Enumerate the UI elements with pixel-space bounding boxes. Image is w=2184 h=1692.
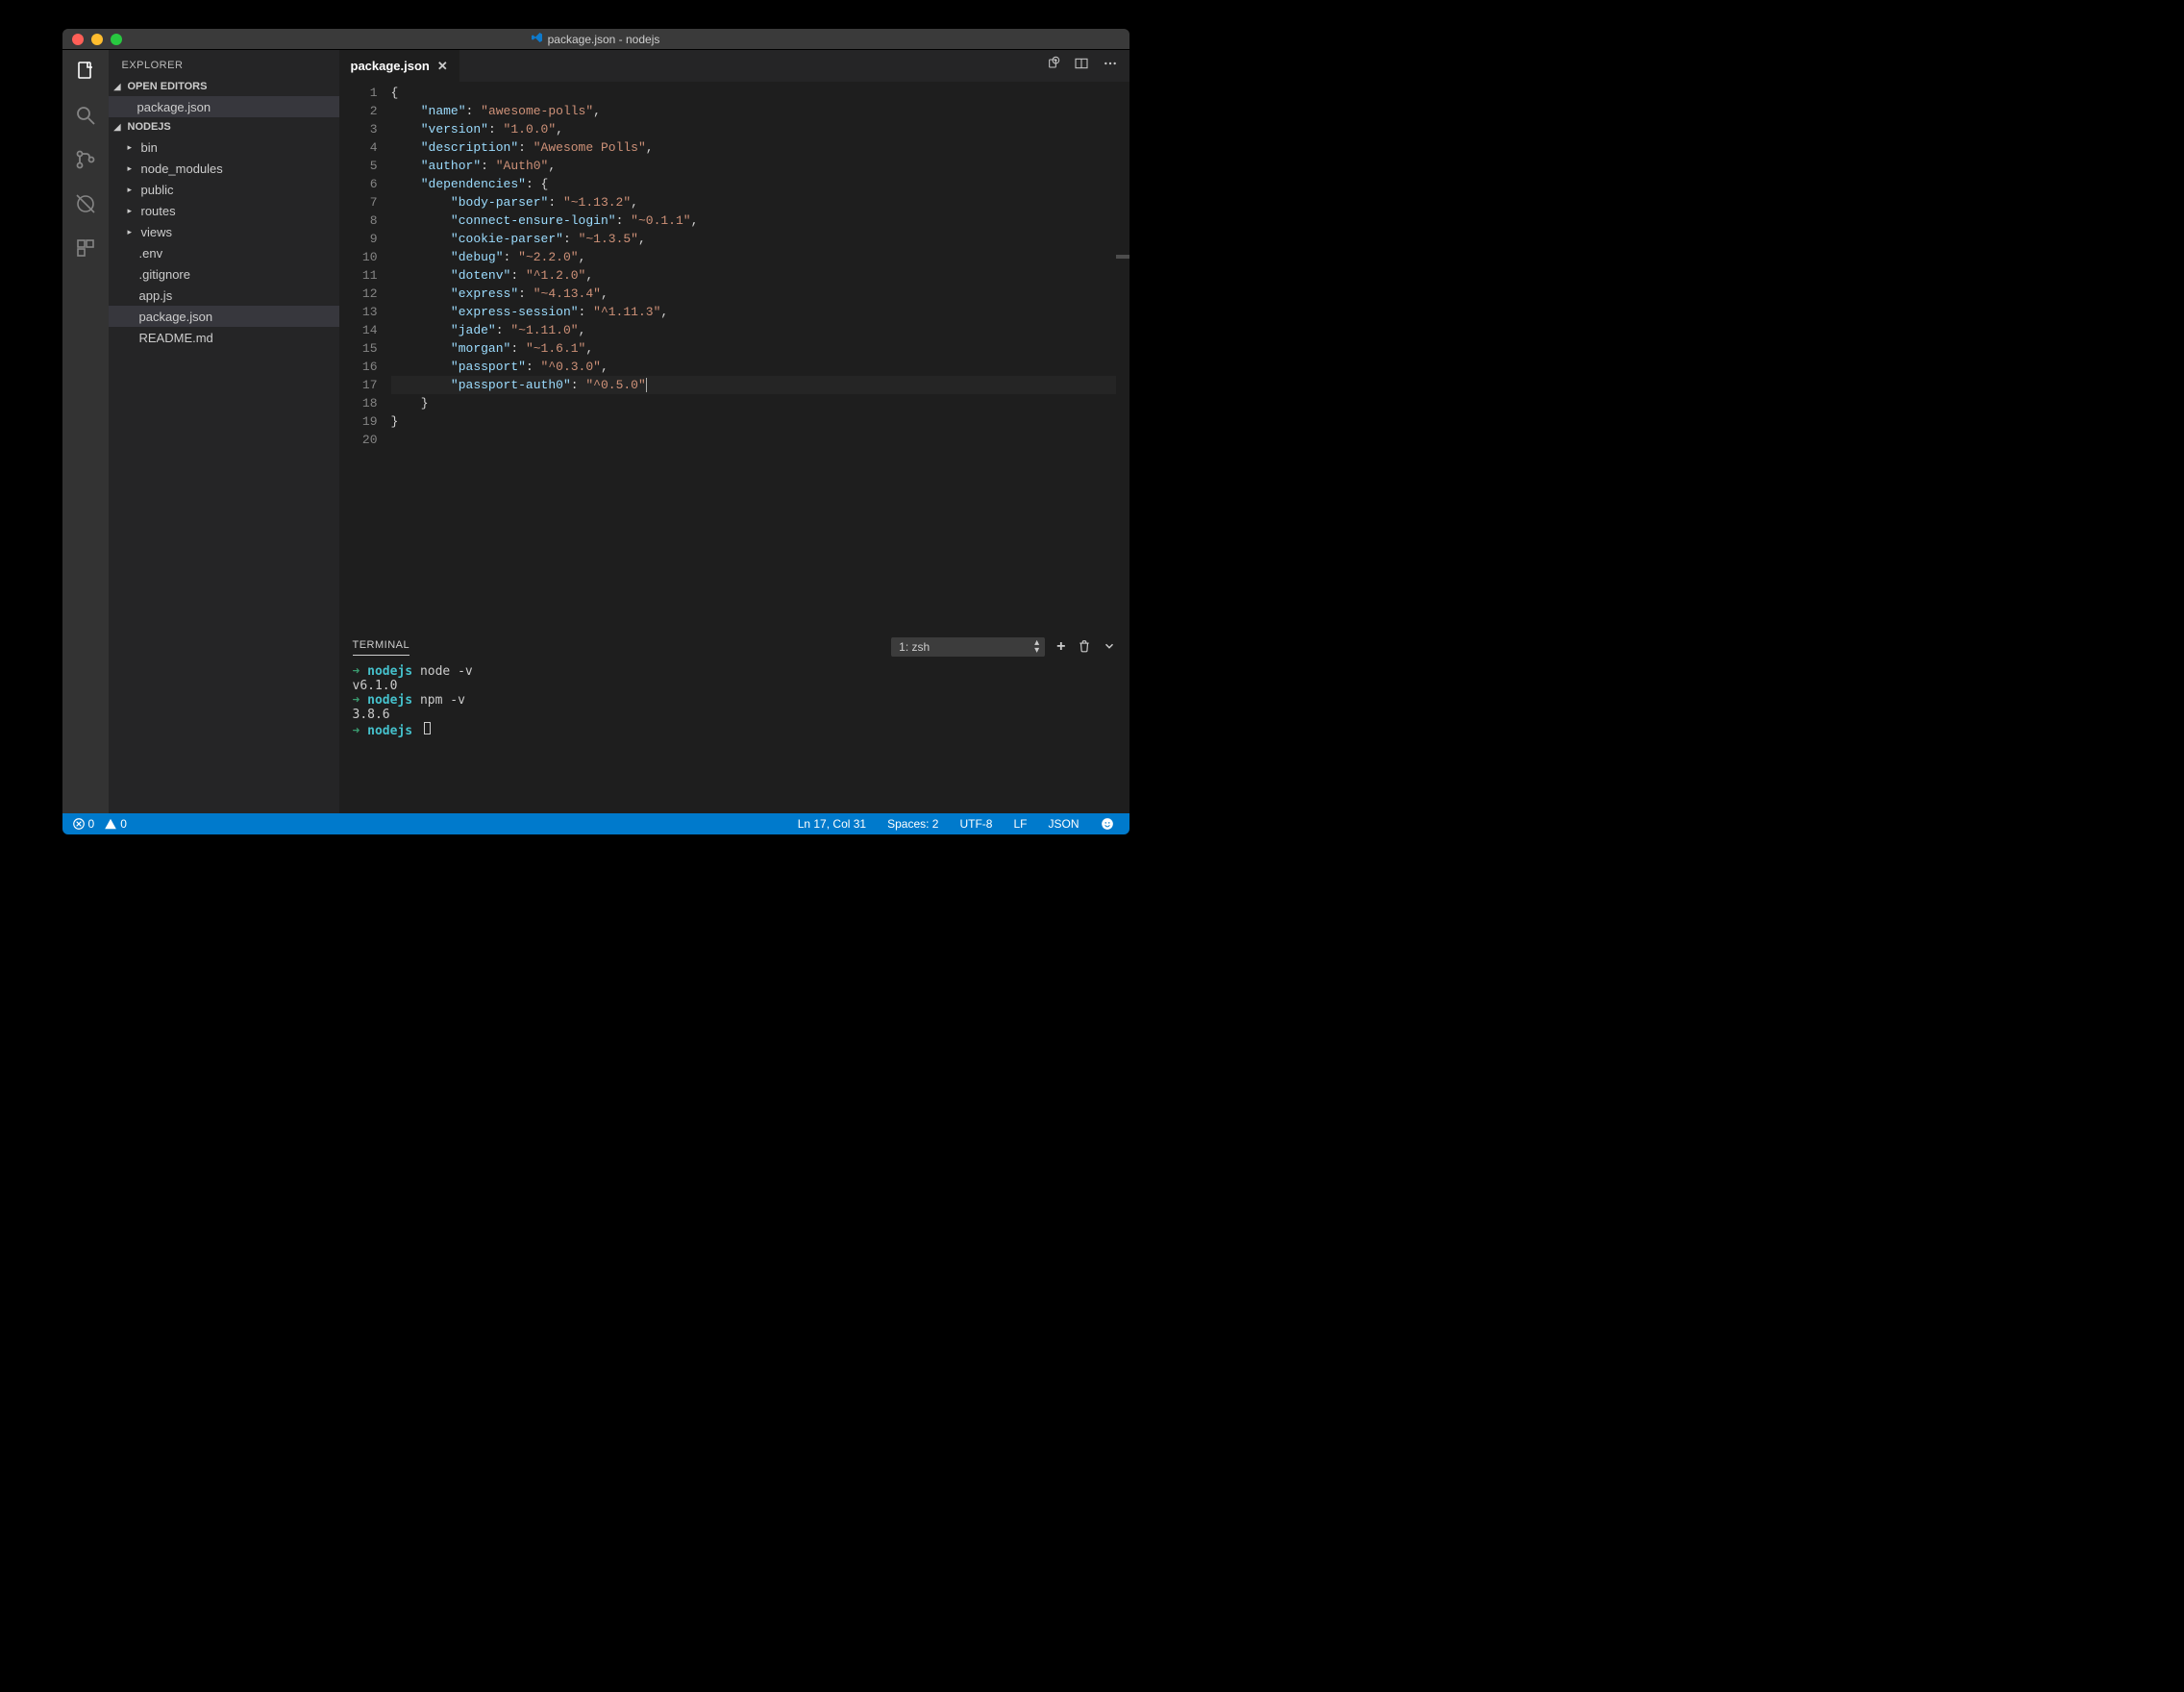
source-control-activity-icon[interactable] bbox=[72, 146, 99, 173]
caret-right-icon: ▸ bbox=[128, 206, 137, 216]
search-activity-icon[interactable] bbox=[72, 102, 99, 129]
tree-item--gitignore[interactable]: .gitignore bbox=[109, 263, 339, 285]
editor-tabs: package.json ✕ bbox=[339, 50, 1129, 82]
tree-item-label: public bbox=[141, 183, 174, 197]
tree-item--env[interactable]: .env bbox=[109, 242, 339, 263]
explorer-title: EXPLORER bbox=[109, 50, 339, 77]
extensions-activity-icon[interactable] bbox=[72, 235, 99, 261]
split-editor-icon[interactable] bbox=[1074, 56, 1089, 76]
hide-panel-icon[interactable] bbox=[1103, 639, 1116, 656]
close-tab-icon[interactable]: ✕ bbox=[437, 59, 448, 74]
tree-item-views[interactable]: ▸ views bbox=[109, 221, 339, 242]
panel-header: TERMINAL 1: zsh ▴▾ + bbox=[339, 632, 1129, 662]
file-tree: ▸ bin ▸ node_modules ▸ public ▸ routes ▸ views .en… bbox=[109, 137, 339, 348]
status-warnings[interactable]: 0 bbox=[104, 817, 127, 831]
status-language[interactable]: JSON bbox=[1042, 817, 1084, 831]
tree-item-package-json[interactable]: package.json bbox=[109, 306, 339, 327]
overview-ruler[interactable] bbox=[1116, 82, 1129, 631]
editor-cursor bbox=[646, 378, 647, 392]
maximize-window-button[interactable] bbox=[111, 34, 122, 45]
tree-item-public[interactable]: ▸ public bbox=[109, 179, 339, 200]
open-editors-list: package.json bbox=[109, 96, 339, 117]
status-indent[interactable]: Spaces: 2 bbox=[881, 817, 944, 831]
open-editors-header[interactable]: ◢ OPEN EDITORS bbox=[109, 77, 339, 96]
tree-item-label: views bbox=[141, 225, 173, 239]
tree-item-node_modules[interactable]: ▸ node_modules bbox=[109, 158, 339, 179]
tree-item-label: README.md bbox=[139, 331, 213, 345]
status-feedback-icon[interactable] bbox=[1095, 817, 1120, 831]
close-window-button[interactable] bbox=[72, 34, 84, 45]
compare-changes-icon[interactable] bbox=[1045, 56, 1060, 76]
caret-right-icon: ▸ bbox=[128, 185, 137, 195]
tabs-spacer bbox=[460, 50, 1045, 82]
tab-actions bbox=[1045, 50, 1129, 82]
tree-item-routes[interactable]: ▸ routes bbox=[109, 200, 339, 221]
caret-down-icon: ◢ bbox=[114, 122, 124, 133]
project-header[interactable]: ◢ NODEJS bbox=[109, 117, 339, 137]
explorer-sidebar: EXPLORER ◢ OPEN EDITORS package.json ◢ N… bbox=[109, 50, 339, 813]
project-label: NODEJS bbox=[128, 121, 171, 133]
status-eol[interactable]: LF bbox=[1007, 817, 1032, 831]
status-bar: 0 0 Ln 17, Col 31 Spaces: 2 UTF-8 LF JSO… bbox=[62, 813, 1129, 834]
terminal-tab[interactable]: TERMINAL bbox=[353, 639, 410, 656]
activity-bar bbox=[62, 50, 109, 813]
kill-terminal-icon[interactable] bbox=[1078, 639, 1091, 656]
tree-item-label: routes bbox=[141, 204, 176, 218]
tab-label: package.json bbox=[351, 59, 430, 73]
terminal-body[interactable]: ➜ nodejs node -vv6.1.0➜ nodejs npm -v3.8… bbox=[339, 662, 1129, 813]
tree-item-bin[interactable]: ▸ bin bbox=[109, 137, 339, 158]
new-terminal-icon[interactable]: + bbox=[1056, 638, 1065, 656]
titlebar: package.json - nodejs bbox=[62, 29, 1129, 50]
code-editor[interactable]: 1234567891011121314151617181920 { "name"… bbox=[339, 82, 1129, 631]
open-editors-label: OPEN EDITORS bbox=[128, 81, 208, 92]
status-encoding[interactable]: UTF-8 bbox=[954, 817, 998, 831]
code-content[interactable]: { "name": "awesome-polls", "version": "1… bbox=[391, 82, 1116, 631]
tree-item-label: .env bbox=[139, 246, 163, 261]
caret-right-icon: ▸ bbox=[128, 163, 137, 174]
ruler-mark bbox=[1116, 255, 1129, 259]
tree-item-label: node_modules bbox=[141, 162, 223, 176]
vscode-icon bbox=[532, 32, 543, 46]
status-cursor-position[interactable]: Ln 17, Col 31 bbox=[792, 817, 872, 831]
explorer-activity-icon[interactable] bbox=[72, 58, 99, 85]
terminal-panel: TERMINAL 1: zsh ▴▾ + bbox=[339, 631, 1129, 813]
terminal-select-wrap: 1: zsh ▴▾ bbox=[891, 637, 1045, 657]
app-window: package.json - nodejs EXPLORER ◢ bbox=[62, 29, 1129, 834]
caret-down-icon: ◢ bbox=[114, 82, 124, 92]
traffic-lights bbox=[62, 34, 122, 45]
terminal-select[interactable]: 1: zsh bbox=[891, 637, 1045, 657]
tree-item-label: package.json bbox=[139, 310, 213, 324]
line-number-gutter: 1234567891011121314151617181920 bbox=[339, 82, 391, 631]
debug-activity-icon[interactable] bbox=[72, 190, 99, 217]
caret-right-icon: ▸ bbox=[128, 142, 137, 153]
caret-right-icon: ▸ bbox=[128, 227, 137, 237]
tree-item-label: bin bbox=[141, 140, 158, 155]
status-errors[interactable]: 0 bbox=[72, 817, 95, 831]
main-area: EXPLORER ◢ OPEN EDITORS package.json ◢ N… bbox=[62, 50, 1129, 813]
tree-item-label: .gitignore bbox=[139, 267, 190, 282]
more-actions-icon[interactable] bbox=[1103, 56, 1118, 76]
minimize-window-button[interactable] bbox=[91, 34, 103, 45]
editor-area: package.json ✕ 12345678910 bbox=[339, 50, 1129, 813]
tree-item-label: app.js bbox=[139, 288, 173, 303]
tab-package-json[interactable]: package.json ✕ bbox=[339, 50, 460, 82]
window-title: package.json - nodejs bbox=[62, 32, 1129, 46]
tree-item-README-md[interactable]: README.md bbox=[109, 327, 339, 348]
open-editor-item[interactable]: package.json bbox=[109, 96, 339, 117]
window-title-text: package.json - nodejs bbox=[548, 33, 660, 46]
tree-item-app-js[interactable]: app.js bbox=[109, 285, 339, 306]
